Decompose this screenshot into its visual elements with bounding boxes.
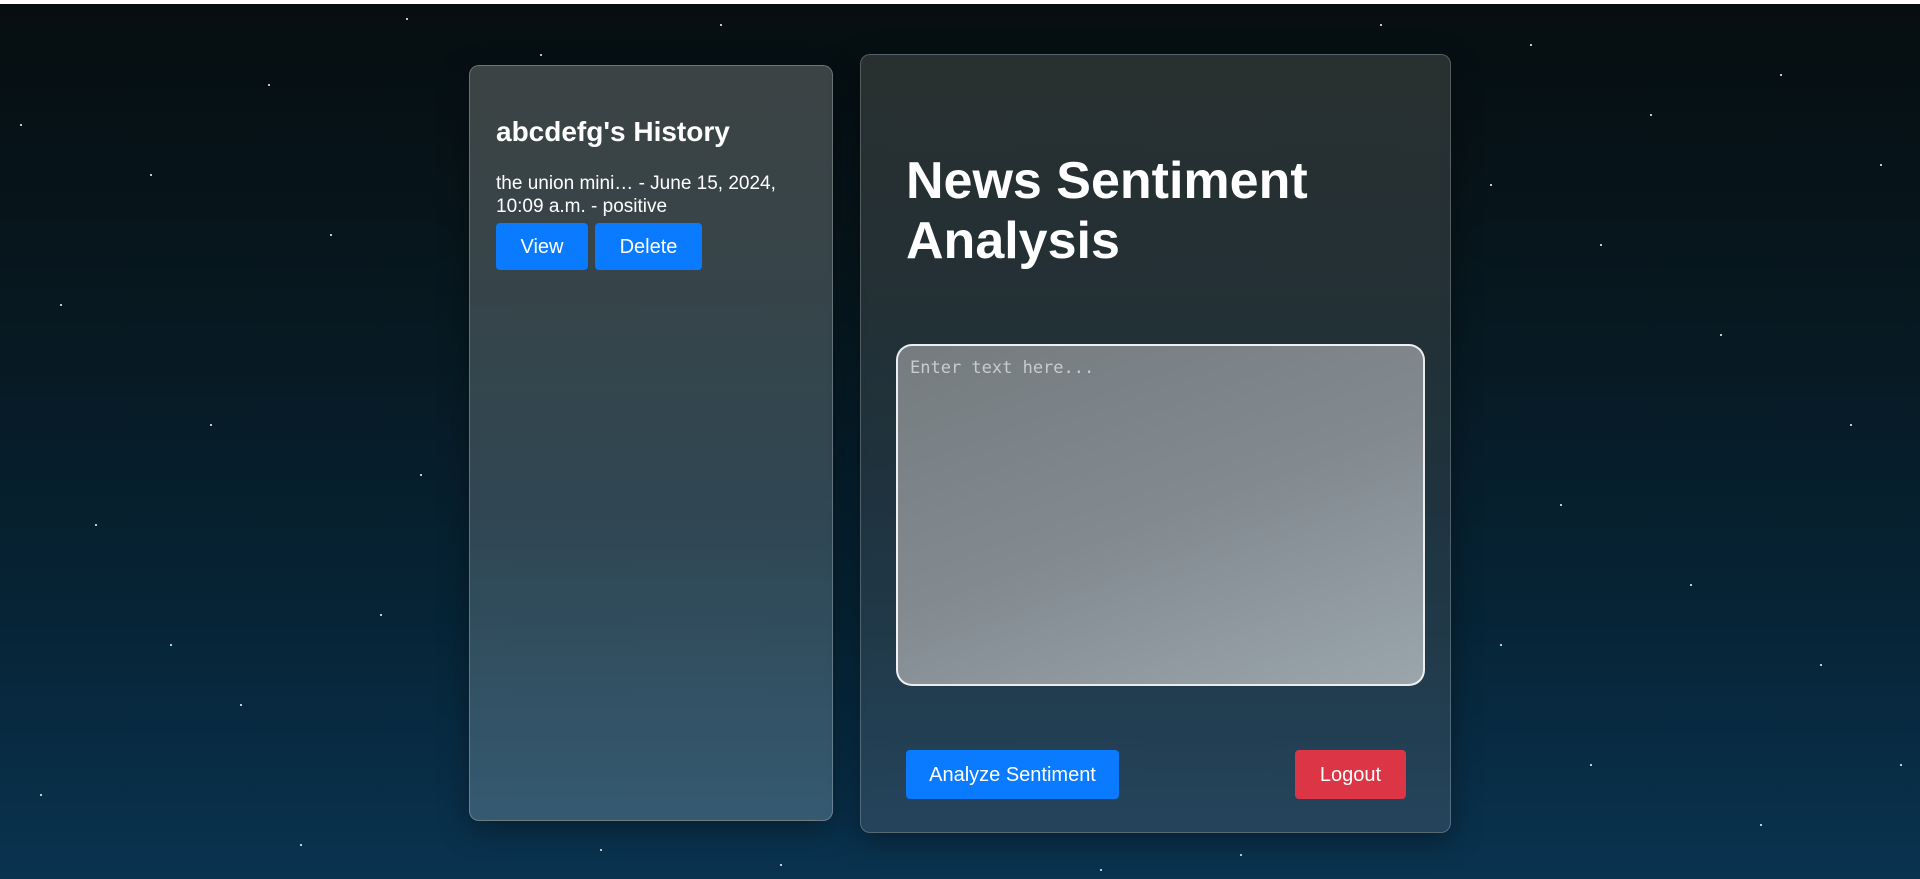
view-button[interactable]: View: [496, 223, 588, 270]
history-panel: abcdefg's History the union mini… - June…: [469, 65, 833, 821]
delete-button[interactable]: Delete: [595, 223, 702, 270]
text-input[interactable]: [896, 344, 1425, 686]
logout-button[interactable]: Logout: [1295, 750, 1406, 799]
analyze-sentiment-button[interactable]: Analyze Sentiment: [906, 750, 1119, 799]
page-title: News Sentiment Analysis: [906, 152, 1308, 270]
history-entry-text: the union mini… - June 15, 2024, 10:09 a…: [496, 173, 776, 217]
analysis-panel: News Sentiment Analysis Analyze Sentimen…: [860, 54, 1451, 833]
history-title: abcdefg's History: [496, 116, 730, 147]
